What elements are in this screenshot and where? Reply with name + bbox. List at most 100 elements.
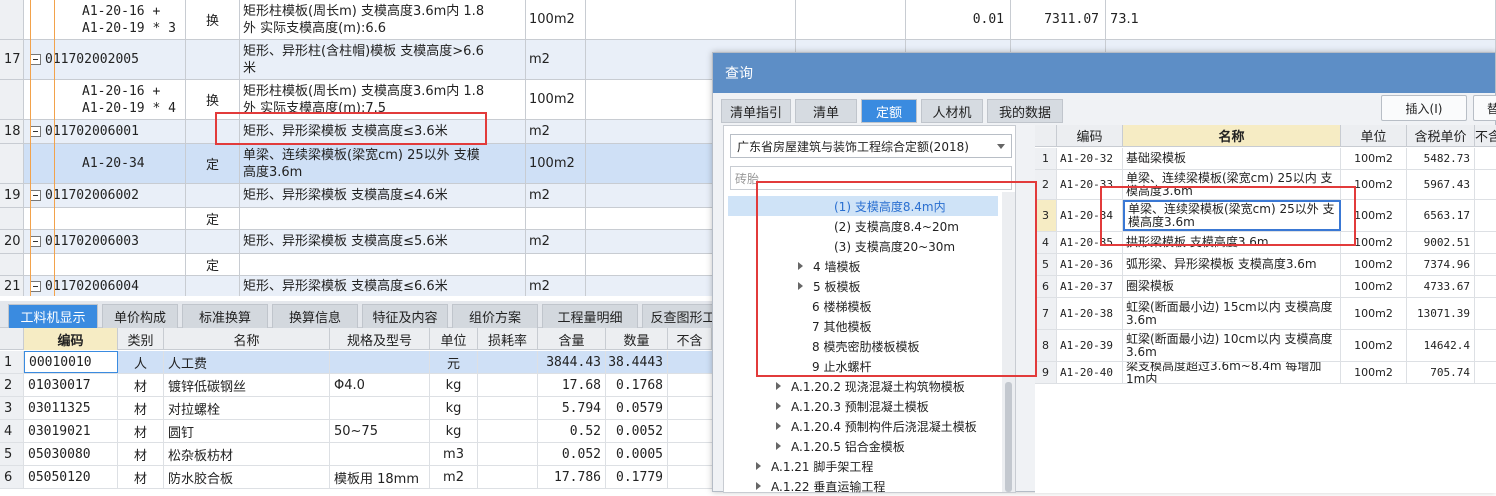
cell-unit[interactable]: m2 xyxy=(526,120,586,143)
scrollbar-thumb[interactable] xyxy=(1005,382,1012,492)
expand-arrow-icon[interactable] xyxy=(776,402,781,410)
tree-node[interactable]: 8 模壳密肋楼板模板 xyxy=(812,336,919,356)
column-header[interactable]: 数量 xyxy=(606,328,668,350)
tree-node[interactable]: A.1.22 垂直运输工程 xyxy=(756,476,885,496)
cell-unit[interactable]: m2 xyxy=(526,230,586,253)
cell-unit[interactable] xyxy=(526,254,586,275)
cell-p[interactable]: 7311.07 xyxy=(1011,0,1106,39)
resource-cell[interactable]: 人 xyxy=(118,351,164,373)
resource-cell[interactable]: 镀锌低碳钢丝 xyxy=(164,374,330,396)
quota-cell[interactable]: 100m2 xyxy=(1341,362,1407,383)
resource-cell[interactable]: 05030080 xyxy=(24,443,118,465)
cell-unit[interactable]: 100m2 xyxy=(526,0,586,39)
quota-row[interactable]: 6A1-20-37圈梁模板100m24733.674 xyxy=(1035,276,1496,298)
column-header[interactable]: 类别 xyxy=(118,328,164,350)
cell-name[interactable]: 单梁、连续梁模板(梁宽cm) 25以外 支模 高度3.6m xyxy=(240,144,526,183)
cell-t[interactable]: 73.1 xyxy=(1106,0,1496,39)
quota-cell[interactable]: 虹梁(断面最小边) 15cm以内 支模高度3.6m xyxy=(1123,298,1341,329)
tree-node[interactable]: 4 墙模板 xyxy=(798,256,860,276)
cell-name[interactable]: 矩形柱模板(周长m) 支模高度3.6m内 1.8 外 实际支模高度(m):6.6 xyxy=(240,0,526,39)
quota-cell[interactable]: 4733.67 xyxy=(1407,276,1475,297)
resource-cell[interactable]: 38.4443 xyxy=(606,351,668,373)
quota-cell[interactable]: A1-20-32 xyxy=(1057,148,1123,169)
quota-cell[interactable]: 5 xyxy=(1035,254,1057,275)
quota-cell[interactable]: 100m2 xyxy=(1341,276,1407,297)
quota-cell[interactable]: A1-20-33 xyxy=(1057,170,1123,199)
resource-cell[interactable]: 5 xyxy=(0,443,24,465)
quota-cell[interactable]: 14642.4 xyxy=(1407,330,1475,361)
column-header[interactable]: 损耗率 xyxy=(478,328,538,350)
tree-node[interactable]: A.1.20.2 现浇混凝土构筑物模板 xyxy=(776,376,965,396)
cell-code[interactable]: 011702006002 xyxy=(24,184,186,207)
quota-cell[interactable]: A1-20-40 xyxy=(1057,362,1123,383)
cell-name[interactable] xyxy=(240,254,526,275)
quota-cell[interactable]: 100m2 xyxy=(1341,232,1407,253)
cell-type[interactable]: 定 xyxy=(186,144,240,183)
expand-arrow-icon[interactable] xyxy=(776,422,781,430)
tree-node[interactable]: (2) 支模高度8.4~20m xyxy=(834,216,959,236)
cell-num[interactable] xyxy=(0,254,24,275)
cell-code[interactable]: 011702006004 xyxy=(24,276,186,296)
cell-type[interactable]: 定 xyxy=(186,254,240,275)
cell-type[interactable]: 换 xyxy=(186,0,240,39)
tree-node[interactable]: (3) 支模高度20~30m xyxy=(834,236,955,256)
quota-cell[interactable]: 4 xyxy=(1475,276,1496,297)
cell-type[interactable] xyxy=(186,276,240,296)
resource-cell[interactable]: 材 xyxy=(118,374,164,396)
cell-unit[interactable]: m2 xyxy=(526,184,586,207)
cell-unit[interactable]: 100m2 xyxy=(526,144,586,183)
quota-cell[interactable]: 7 xyxy=(1475,254,1496,275)
resource-cell[interactable]: kg xyxy=(430,374,478,396)
result-column-header[interactable]: 不含税 xyxy=(1475,125,1496,147)
resource-cell[interactable]: 2 xyxy=(0,374,24,396)
cell-name[interactable]: 矩形、异形梁模板 支模高度≤4.6米 xyxy=(240,184,526,207)
dialog-tab-0[interactable]: 清单指引 xyxy=(721,99,791,123)
cell-code[interactable] xyxy=(24,208,186,229)
resource-row[interactable]: 2 01030017 材镀锌低碳钢丝 Φ4.0 kg 17.68 0.1768 xyxy=(0,374,712,397)
cell-num[interactable]: 21 xyxy=(0,276,24,296)
cell-num[interactable]: 20 xyxy=(0,230,24,253)
resource-cell[interactable]: 6 xyxy=(0,466,24,488)
quota-cell[interactable]: 拱形梁模板 支模高度3.6m xyxy=(1123,232,1341,253)
result-column-header[interactable]: 编码 xyxy=(1057,125,1123,147)
tree-node[interactable]: A.1.20.5 铝合金模板 xyxy=(776,436,905,456)
cell-num[interactable]: 17 xyxy=(0,40,24,79)
quota-cell[interactable]: 5482.73 xyxy=(1407,148,1475,169)
quota-row[interactable]: 7 A1-20-38 虹梁(断面最小边) 15cm以内 支模高度3.6m 100m2 1… xyxy=(1035,298,1496,330)
resource-cell[interactable] xyxy=(478,397,538,419)
cell-type[interactable] xyxy=(186,120,240,143)
quota-cell[interactable]: 5 xyxy=(1475,170,1496,199)
replace-button[interactable]: 替 xyxy=(1473,95,1496,121)
quota-cell[interactable]: A1-20-38 xyxy=(1057,298,1123,329)
cell-empty[interactable] xyxy=(586,0,796,39)
column-header[interactable]: 规格及型号 xyxy=(330,328,430,350)
resource-cell[interactable]: 0.1768 xyxy=(606,374,668,396)
tree-node[interactable]: 7 其他模板 xyxy=(812,316,871,336)
quota-row[interactable]: 2 A1-20-33 单梁、连续梁模板(梁宽cm) 25以内 支模高度3.6m 100… xyxy=(1035,170,1496,200)
resource-cell[interactable]: 模板用 18mm xyxy=(330,466,430,488)
resource-cell[interactable] xyxy=(478,420,538,442)
resource-cell[interactable]: 元 xyxy=(430,351,478,373)
resource-cell[interactable]: m2 xyxy=(430,466,478,488)
column-header[interactable]: 含量 xyxy=(538,328,606,350)
cell-num[interactable] xyxy=(0,0,24,39)
collapse-icon[interactable] xyxy=(30,236,41,247)
tab-0[interactable]: 工料机显示 xyxy=(8,304,98,328)
resource-cell[interactable]: 人工费 xyxy=(164,351,330,373)
library-select[interactable]: 广东省房屋建筑与装饰工程综合定额(2018) xyxy=(730,134,1012,158)
cell-code[interactable]: 011702002005 xyxy=(24,40,186,79)
quota-cell[interactable]: 3 xyxy=(1035,200,1057,231)
resource-cell[interactable]: 03011325 xyxy=(24,397,118,419)
result-column-header[interactable]: 含税单价 xyxy=(1407,125,1475,147)
cell-unit[interactable]: m2 xyxy=(526,276,586,296)
quota-row[interactable]: 9 A1-20-40 梁支模高度超过3.6m~8.4m 每增加1m内 100m2 705… xyxy=(1035,362,1496,384)
resource-cell[interactable] xyxy=(478,443,538,465)
resource-cell[interactable]: m3 xyxy=(430,443,478,465)
resource-cell[interactable]: 防水胶合板 xyxy=(164,466,330,488)
quota-cell[interactable]: 100m2 xyxy=(1341,170,1407,199)
quota-cell[interactable]: 100m2 xyxy=(1341,298,1407,329)
column-header[interactable]: 单位 xyxy=(430,328,478,350)
quota-row[interactable]: 8 A1-20-39 虹梁(断面最小边) 10cm以内 支模高度3.6m 100m2 1… xyxy=(1035,330,1496,362)
cell-type[interactable] xyxy=(186,230,240,253)
resource-cell[interactable]: 0.1779 xyxy=(606,466,668,488)
